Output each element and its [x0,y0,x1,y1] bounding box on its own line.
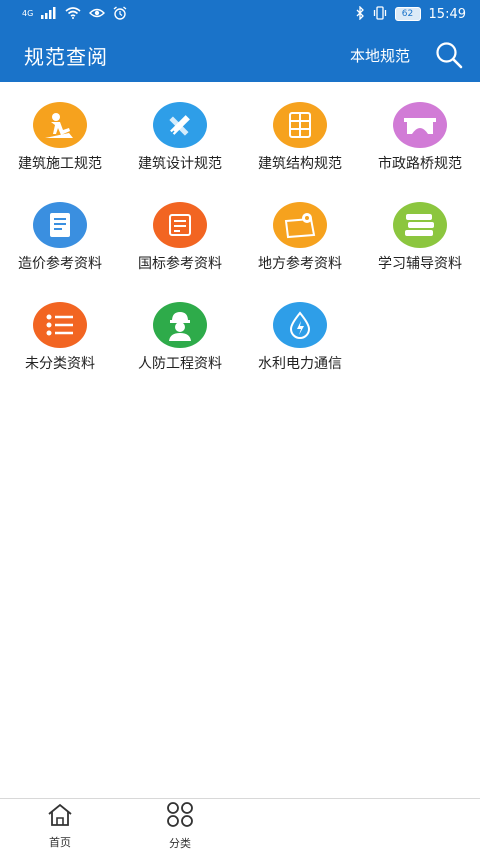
books-icon [393,202,447,248]
grid-icon [166,802,194,832]
category-label: 人防工程资料 [138,356,222,372]
wifi-icon [65,7,81,21]
document-icon [33,202,87,248]
category-label: 造价参考资料 [18,256,102,272]
building-grid-icon [273,102,327,148]
page-title: 规范查阅 [24,44,108,69]
bottom-nav: 首页 分类 [0,798,480,854]
water-power-icon [273,302,327,348]
category-label: 学习辅导资料 [378,256,462,272]
signal-icon [41,7,57,21]
category-label: 建筑施工规范 [18,156,102,172]
nav-category[interactable]: 分类 [120,799,240,854]
worker-icon [33,102,87,148]
app-bar: 规范查阅 本地规范 [0,28,480,82]
category-label: 地方参考资料 [258,256,342,272]
nav-home-label: 首页 [49,836,71,849]
category-civil-defense[interactable]: 人防工程资料 [120,296,240,396]
category-municipal[interactable]: 市政路桥规范 [360,96,480,196]
clock: 15:49 [428,6,466,22]
status-bar: 4G 62 15:49 [0,0,480,28]
category-uncategorized[interactable]: 未分类资料 [0,296,120,396]
category-national[interactable]: 国标参考资料 [120,196,240,296]
status-right: 62 15:49 [355,5,466,22]
category-study[interactable]: 学习辅导资料 [360,196,480,296]
category-label: 市政路桥规范 [378,156,462,172]
eye-icon [89,7,106,21]
notepad-icon [153,202,207,248]
category-grid: 建筑施工规范 建筑设计规范 建筑结构规范 市政路桥规范 造价参考资料 国标参考资… [0,96,480,396]
category-cost[interactable]: 造价参考资料 [0,196,120,296]
status-left: 4G [22,6,127,22]
category-label: 水利电力通信 [258,356,342,372]
category-label: 建筑结构规范 [258,156,342,172]
home-icon [46,803,74,831]
category-label: 国标参考资料 [138,256,222,272]
map-pin-icon [273,202,327,248]
search-icon[interactable] [434,40,464,70]
category-construction[interactable]: 建筑施工规范 [0,96,120,196]
category-structure[interactable]: 建筑结构规范 [240,96,360,196]
category-water-power[interactable]: 水利电力通信 [240,296,360,396]
category-local[interactable]: 地方参考资料 [240,196,360,296]
category-label: 建筑设计规范 [138,156,222,172]
network-type: 4G [22,9,34,18]
app-actions: 本地规范 [350,40,464,70]
vibrate-icon [373,6,387,22]
list-icon [33,302,87,348]
ruler-pencil-icon [153,102,207,148]
helmet-worker-icon [153,302,207,348]
category-design[interactable]: 建筑设计规范 [120,96,240,196]
local-specs-link[interactable]: 本地规范 [350,45,410,66]
alarm-icon [113,6,127,22]
bluetooth-icon [355,5,365,22]
bridge-icon [393,102,447,148]
nav-category-label: 分类 [169,837,191,850]
category-label: 未分类资料 [25,356,95,372]
nav-home[interactable]: 首页 [0,799,120,854]
battery-indicator: 62 [394,7,421,21]
